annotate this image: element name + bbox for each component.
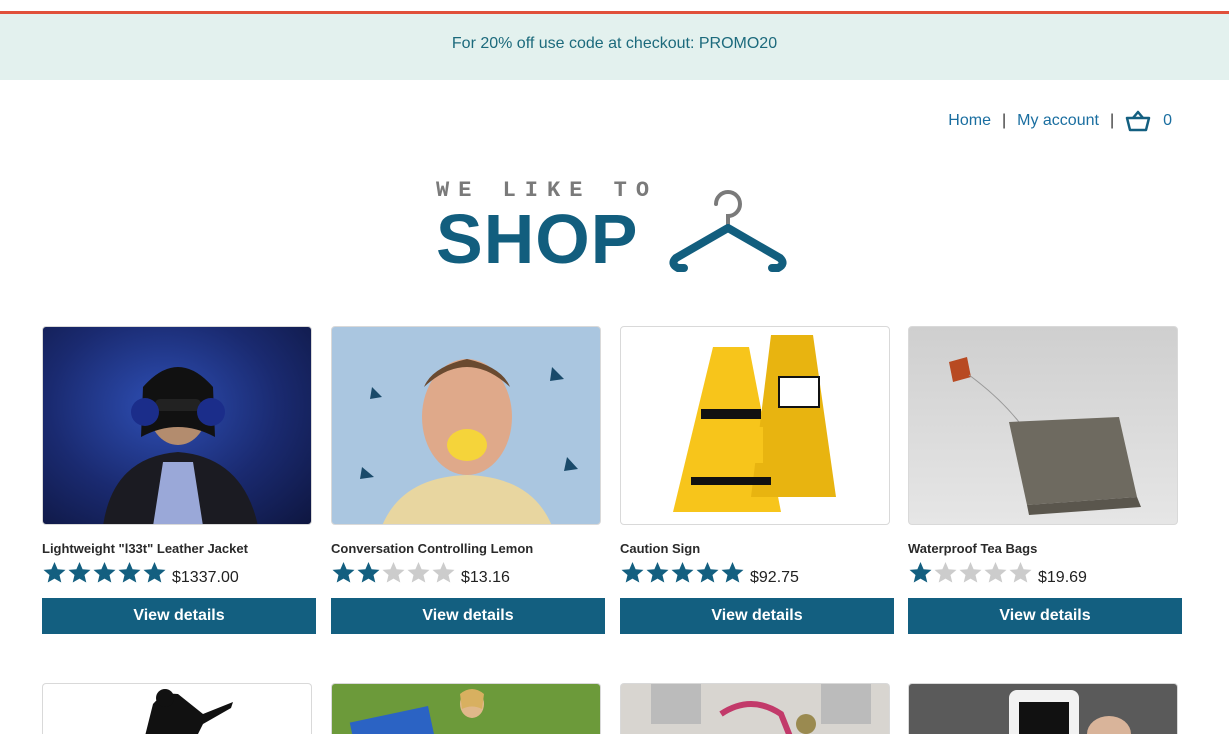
promo-text: For 20% off use code at checkout: PROMO2…: [451, 35, 778, 52]
product-price: $19.69: [1038, 568, 1087, 586]
promo-banner: For 20% off use code at checkout: PROMO2…: [0, 14, 1229, 80]
logo-wordmark: SHOP: [436, 200, 639, 278]
tea-bag-image: [949, 357, 1141, 515]
product-image[interactable]: [331, 683, 601, 734]
product-image[interactable]: [620, 683, 890, 734]
cart-count: 0: [1163, 112, 1172, 129]
header-nav: Home | My account | 0: [948, 110, 1172, 132]
star-empty-icon: [382, 562, 405, 583]
product-price: $13.16: [461, 568, 510, 586]
product-image[interactable]: [620, 326, 890, 525]
product-card: [620, 683, 894, 734]
star-filled-icon: [671, 562, 694, 583]
product-price: $1337.00: [172, 568, 239, 586]
caution-sign-image: [673, 335, 836, 512]
product-image[interactable]: [42, 683, 312, 734]
smartphone-image: [1009, 690, 1131, 734]
person-headphones-image: [103, 367, 258, 524]
cart-link[interactable]: 0: [1125, 110, 1172, 132]
star-filled-icon: [357, 562, 380, 583]
star-filled-icon: [696, 562, 719, 583]
star-filled-icon: [118, 562, 141, 583]
star-filled-icon: [43, 562, 66, 583]
bicycle-image: [651, 684, 871, 734]
product-card: Caution Sign $92.75 View details: [620, 326, 894, 634]
star-rating: [42, 561, 167, 588]
star-filled-icon: [646, 562, 669, 583]
nav-account-link[interactable]: My account: [1017, 112, 1099, 130]
star-filled-icon: [621, 562, 644, 583]
star-rating: [331, 561, 456, 588]
star-rating: [908, 561, 1033, 588]
product-name[interactable]: Conversation Controlling Lemon: [331, 541, 533, 556]
girl-grass-image: [349, 689, 484, 734]
view-details-button[interactable]: View details: [620, 598, 894, 634]
view-details-button[interactable]: View details: [42, 598, 316, 634]
product-card: Conversation Controlling Lemon $13.16 Vi…: [331, 326, 605, 634]
silhouette-image: [145, 689, 233, 734]
product-image[interactable]: [42, 326, 312, 525]
product-card: [42, 683, 316, 734]
star-filled-icon: [68, 562, 91, 583]
man-lemon-image: [360, 359, 578, 524]
product-price: $92.75: [750, 568, 799, 586]
basket-icon: [1125, 110, 1151, 132]
star-filled-icon: [332, 562, 355, 583]
product-name[interactable]: Lightweight "l33t" Leather Jacket: [42, 541, 248, 556]
product-name[interactable]: Waterproof Tea Bags: [908, 541, 1037, 556]
nav-separator: |: [1109, 112, 1115, 129]
product-card: Waterproof Tea Bags $19.69 View details: [908, 326, 1182, 634]
star-empty-icon: [407, 562, 430, 583]
star-filled-icon: [909, 562, 932, 583]
product-rating: $19.69: [908, 561, 1087, 588]
product-name[interactable]: Caution Sign: [620, 541, 700, 556]
product-image[interactable]: [908, 683, 1178, 734]
star-filled-icon: [93, 562, 116, 583]
view-details-button[interactable]: View details: [331, 598, 605, 634]
star-rating: [620, 561, 745, 588]
shop-logo[interactable]: WE LIKE TO SHOP: [436, 178, 788, 278]
product-rating: $13.16: [331, 561, 510, 588]
product-image[interactable]: [908, 326, 1178, 525]
product-rating: $92.75: [620, 561, 799, 588]
product-rating: $1337.00: [42, 561, 239, 588]
nav-home-link[interactable]: Home: [948, 112, 991, 130]
hanger-icon: [669, 190, 787, 272]
star-empty-icon: [432, 562, 455, 583]
product-image[interactable]: [331, 326, 601, 525]
star-filled-icon: [143, 562, 166, 583]
product-card: Lightweight "l33t" Leather Jacket $1337.…: [42, 326, 316, 634]
product-card: [331, 683, 605, 734]
view-details-button[interactable]: View details: [908, 598, 1182, 634]
star-empty-icon: [959, 562, 982, 583]
product-card: [908, 683, 1182, 734]
logo-tagline: WE LIKE TO: [436, 178, 659, 203]
star-empty-icon: [1009, 562, 1032, 583]
star-filled-icon: [721, 562, 744, 583]
nav-separator: |: [1001, 112, 1007, 129]
star-empty-icon: [984, 562, 1007, 583]
star-empty-icon: [934, 562, 957, 583]
top-bar: [0, 0, 1229, 14]
